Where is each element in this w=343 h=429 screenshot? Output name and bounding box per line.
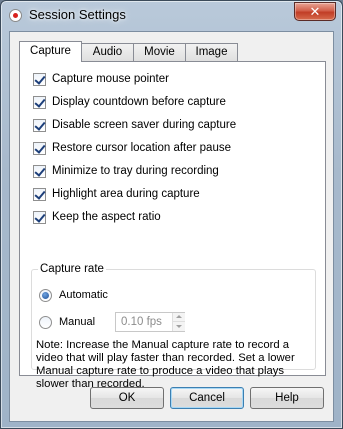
capture-tab-panel: Capture mouse pointer Display countdown … bbox=[19, 61, 326, 390]
cancel-button[interactable]: Cancel bbox=[170, 387, 244, 409]
manual-rate-value: 0.10 fps bbox=[121, 316, 162, 328]
option-restore-cursor-location[interactable]: Restore cursor location after pause bbox=[33, 140, 231, 156]
capture-rate-note: Note: Increase the Manual capture rate t… bbox=[36, 339, 295, 390]
close-icon: ✕ bbox=[309, 4, 321, 19]
radio-label: Automatic bbox=[59, 289, 108, 301]
window-title: Session Settings bbox=[29, 7, 126, 22]
radio-automatic[interactable]: Automatic bbox=[39, 287, 108, 303]
record-icon bbox=[9, 9, 22, 22]
tab-audio[interactable]: Audio bbox=[81, 43, 134, 61]
title-bar[interactable]: Session Settings ✕ bbox=[1, 1, 342, 31]
dialog-body: Capture Audio Movie Image Capture mouse … bbox=[9, 31, 334, 422]
option-label: Restore cursor location after pause bbox=[52, 142, 231, 154]
checkbox[interactable] bbox=[33, 164, 46, 178]
option-label: Capture mouse pointer bbox=[52, 73, 169, 85]
tab-movie[interactable]: Movie bbox=[133, 43, 186, 61]
close-button[interactable]: ✕ bbox=[294, 2, 336, 21]
option-label: Display countdown before capture bbox=[52, 96, 226, 108]
option-label: Keep the aspect ratio bbox=[52, 211, 161, 223]
option-display-countdown[interactable]: Display countdown before capture bbox=[33, 94, 226, 110]
ok-button[interactable]: OK bbox=[90, 387, 164, 409]
radio-button[interactable] bbox=[39, 315, 52, 329]
spin-up-icon bbox=[173, 313, 185, 322]
checkbox[interactable] bbox=[33, 118, 46, 132]
option-disable-screen-saver[interactable]: Disable screen saver during capture bbox=[33, 117, 236, 133]
radio-manual[interactable]: Manual bbox=[39, 314, 95, 330]
checkbox[interactable] bbox=[33, 187, 46, 201]
tab-image[interactable]: Image bbox=[185, 43, 238, 61]
checkbox[interactable] bbox=[33, 141, 46, 155]
option-keep-aspect-ratio[interactable]: Keep the aspect ratio bbox=[33, 209, 161, 225]
manual-rate-spinner: 0.10 fps bbox=[115, 312, 185, 332]
session-settings-window: Session Settings ✕ Capture Audio Movie I… bbox=[0, 0, 343, 429]
option-capture-mouse-pointer[interactable]: Capture mouse pointer bbox=[33, 71, 169, 87]
tab-capture[interactable]: Capture bbox=[19, 41, 82, 62]
option-label: Disable screen saver during capture bbox=[52, 119, 237, 131]
capture-rate-group: Capture rate Automatic Manual 0.10 fps N… bbox=[31, 263, 316, 390]
help-button[interactable]: Help bbox=[250, 387, 324, 409]
checkbox[interactable] bbox=[33, 210, 46, 224]
capture-rate-title: Capture rate bbox=[38, 263, 106, 275]
option-highlight-area[interactable]: Highlight area during capture bbox=[33, 186, 200, 202]
spin-down-icon bbox=[173, 322, 185, 331]
spin-buttons bbox=[172, 313, 185, 331]
radio-button[interactable] bbox=[39, 288, 52, 302]
option-minimize-to-tray[interactable]: Minimize to tray during recording bbox=[33, 163, 219, 179]
option-label: Highlight area during capture bbox=[52, 188, 200, 200]
checkbox[interactable] bbox=[33, 72, 46, 86]
checkbox[interactable] bbox=[33, 95, 46, 109]
option-label: Minimize to tray during recording bbox=[52, 165, 219, 177]
radio-label: Manual bbox=[59, 316, 96, 328]
